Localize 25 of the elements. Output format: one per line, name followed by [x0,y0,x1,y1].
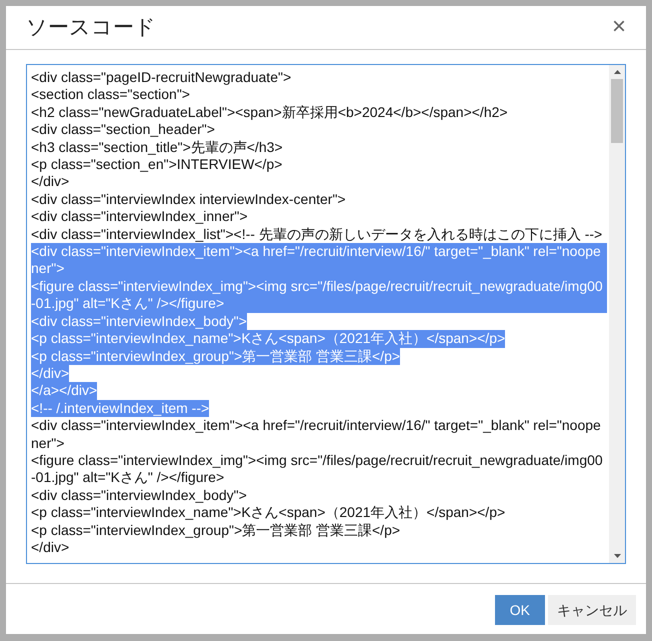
code-line: <div class="pageID-recruitNewgraduate"> [31,69,292,86]
code-line: <div class="interviewIndex interviewIndex-center"> [31,190,346,208]
scroll-up-icon[interactable] [614,70,620,74]
code-line: <h2 class="newGraduateLabel"><span>新卒採用<b>2024</b></span></h2> [31,104,508,122]
scroll-down-icon[interactable] [614,554,620,558]
code-line: <h3 class="section_title">先輩の声</h3> [31,138,283,156]
code-line: <div class="interviewIndex_body"> [31,486,247,504]
ok-button[interactable]: OK [494,595,545,625]
code-line: <div class="interviewIndex_inner"> [31,208,248,226]
code-line: <section class="section"> [31,86,190,104]
code-line: <div class="interviewIndex_list"><!-- 先輩の声の新しいデータを入れる時はこの下に挿入 --> [31,226,602,244]
code-line: </div> [31,173,70,191]
code-line: <p class="interviewIndex_name">Kさん<span>（2021年入社）</span></p> [31,504,506,522]
cancel-button[interactable]: キャンセル [548,595,636,625]
scrollbar[interactable] [609,65,625,563]
code-line: </div> [31,538,70,556]
code-editor[interactable] [26,64,626,564]
code-line: <figure class="interviewIndex_img"><img src="/files/page/recruit/recruit_newgraduate/img00-01.jpg" alt="Kさん" /></figure> [31,452,604,487]
code-line: <div class="interviewIndex_item"><a href="/recruit/interview/16/" target="_blank" rel="noopener"> [31,417,602,452]
scroll-thumb[interactable] [611,79,623,143]
code-line: <div class="section_header"> [31,121,215,139]
close-button[interactable]: × [612,14,626,40]
code-line: <p class="section_en">INTERVIEW</p> [31,156,282,174]
code-line: <p class="interviewIndex_group">第一営業部 営業三課</p> [31,522,400,539]
dialog-title: ソースコード [26,14,156,41]
